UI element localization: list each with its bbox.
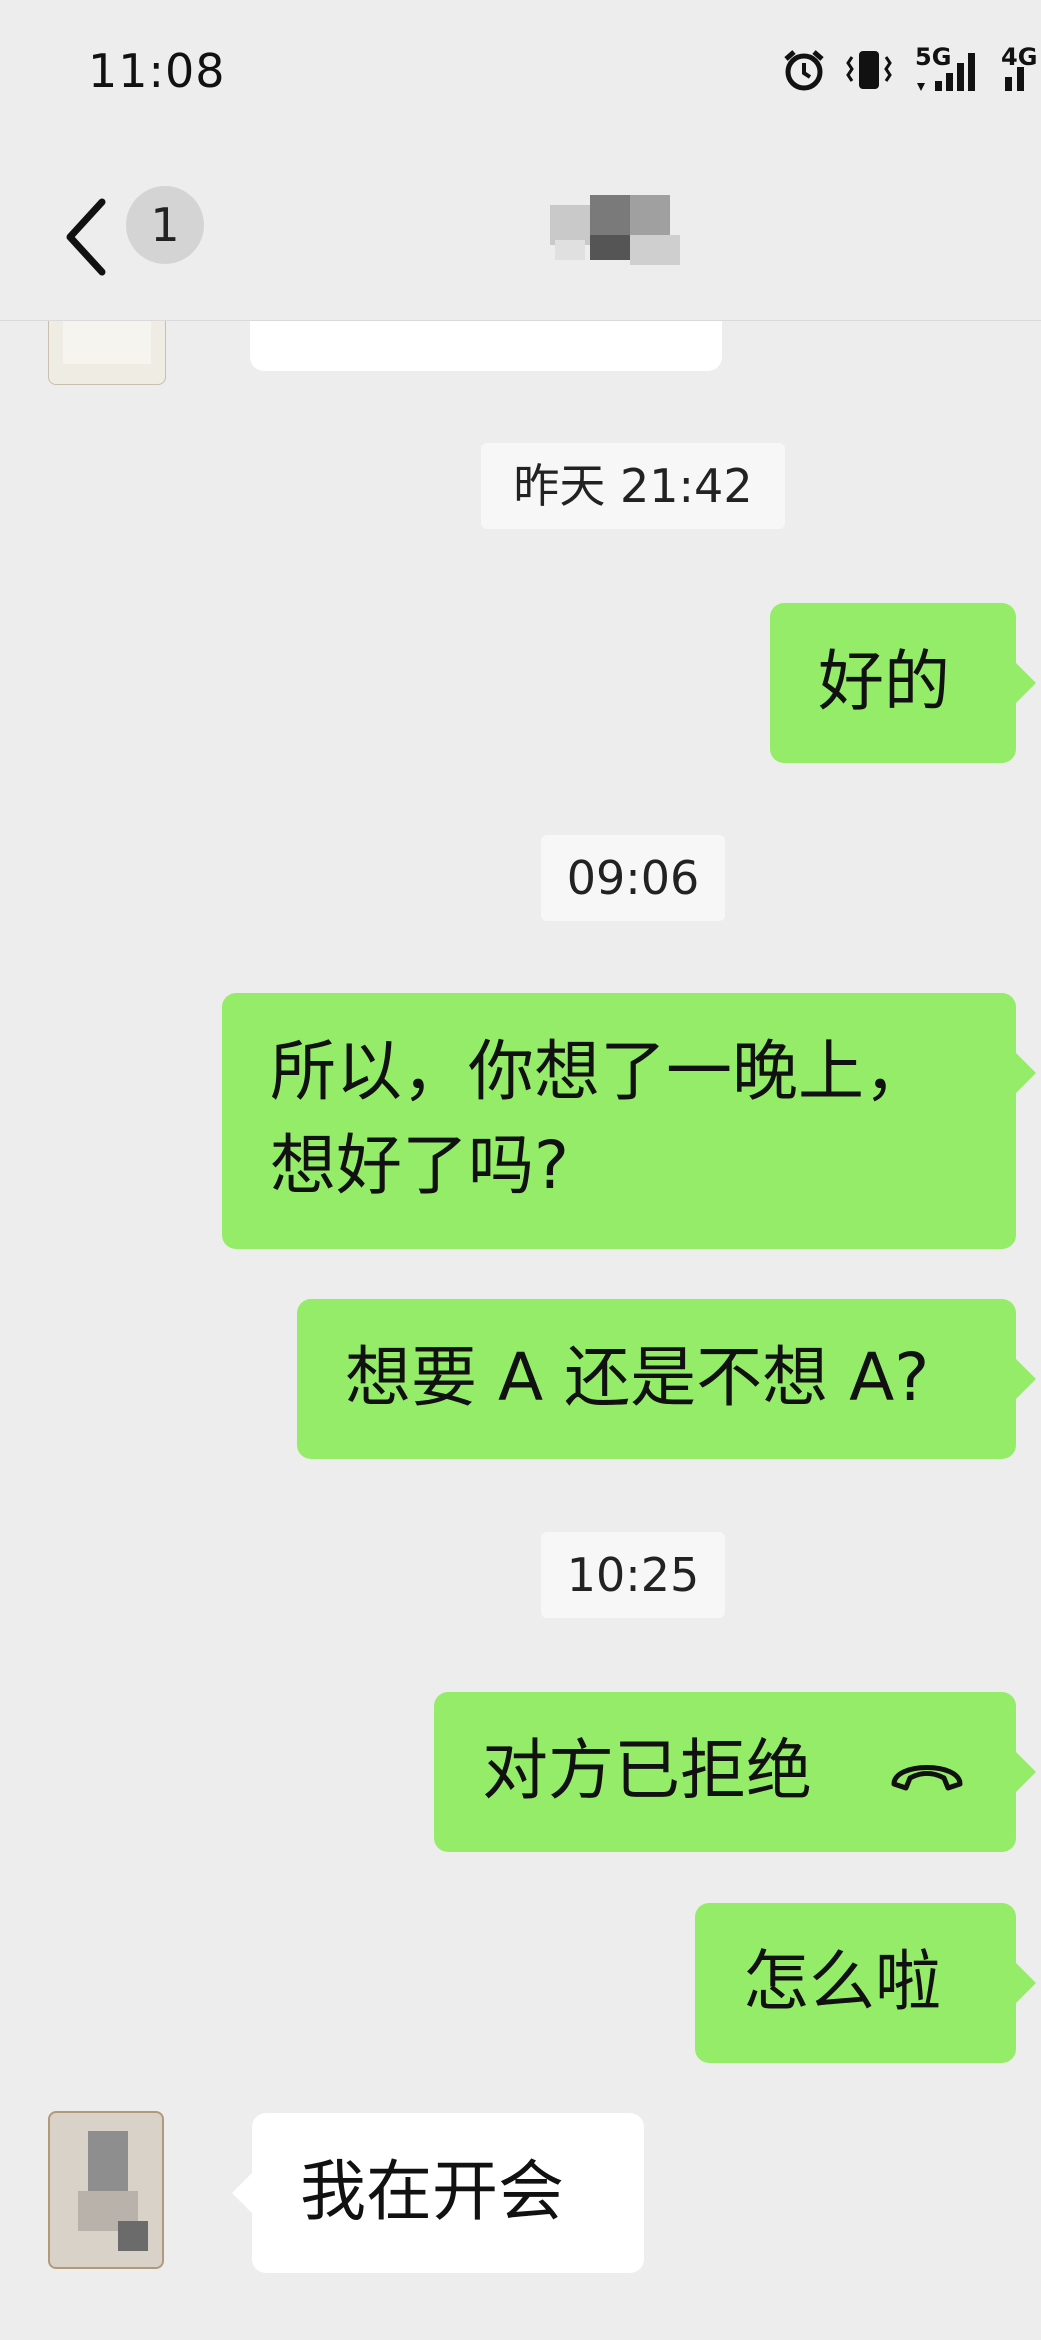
message-bubble-sent[interactable]: 想要 A 还是不想 A? <box>297 1299 1016 1459</box>
timestamp: 10:25 <box>541 1532 725 1618</box>
bubble-tail <box>1016 1053 1036 1093</box>
signal-4g-icon: 4G <box>997 45 1037 93</box>
message-text: 怎么啦 <box>743 1943 941 2020</box>
unread-count-badge[interactable]: 1 <box>126 186 204 264</box>
bubble-tail <box>1016 663 1036 703</box>
message-bubble-sent[interactable]: 怎么啦 <box>695 1903 1016 2063</box>
call-record-bubble[interactable]: 对方已拒绝 <box>434 1692 1016 1852</box>
message-bubble-sent[interactable]: 好的 <box>770 603 1016 763</box>
signal-5g-icon: 5G <box>911 45 983 93</box>
bubble-tail <box>232 2173 252 2213</box>
message-text: 想要 A 还是不想 A? <box>345 1339 930 1416</box>
message-bubble-received-partial[interactable] <box>250 321 722 371</box>
alarm-clock-icon <box>784 50 824 91</box>
vibrate-icon <box>846 51 892 89</box>
hangup-phone-icon <box>891 1765 963 1791</box>
message-text: 好的 <box>818 643 950 720</box>
timestamp: 昨天 21:42 <box>481 443 785 529</box>
message-bubble-sent[interactable]: 所以，你想了一晚上， 想好了吗? <box>222 993 1016 1249</box>
bubble-tail <box>1016 1963 1036 2003</box>
call-status-text: 对方已拒绝 <box>482 1732 812 1809</box>
avatar[interactable] <box>48 321 166 385</box>
contact-name-blurred <box>550 195 700 265</box>
status-time: 11:08 <box>88 44 226 98</box>
avatar[interactable] <box>48 2111 164 2269</box>
message-text: 我在开会 <box>300 2153 564 2230</box>
status-bar: 11:08 5G 4G <box>0 0 1041 150</box>
timestamp: 09:06 <box>541 835 725 921</box>
bubble-tail <box>1016 1359 1036 1399</box>
message-text: 所以，你想了一晚上， 想好了吗? <box>270 1033 930 1204</box>
bubble-tail <box>1016 1752 1036 1792</box>
system-icons: 5G 4G <box>781 40 1041 100</box>
chevron-left-icon[interactable] <box>58 192 118 282</box>
message-list[interactable]: 昨天 21:42 好的 09:06 所以，你想了一晚上， 想好了吗? 想要 A … <box>0 321 1041 2340</box>
message-bubble-received[interactable]: 我在开会 <box>252 2113 644 2273</box>
